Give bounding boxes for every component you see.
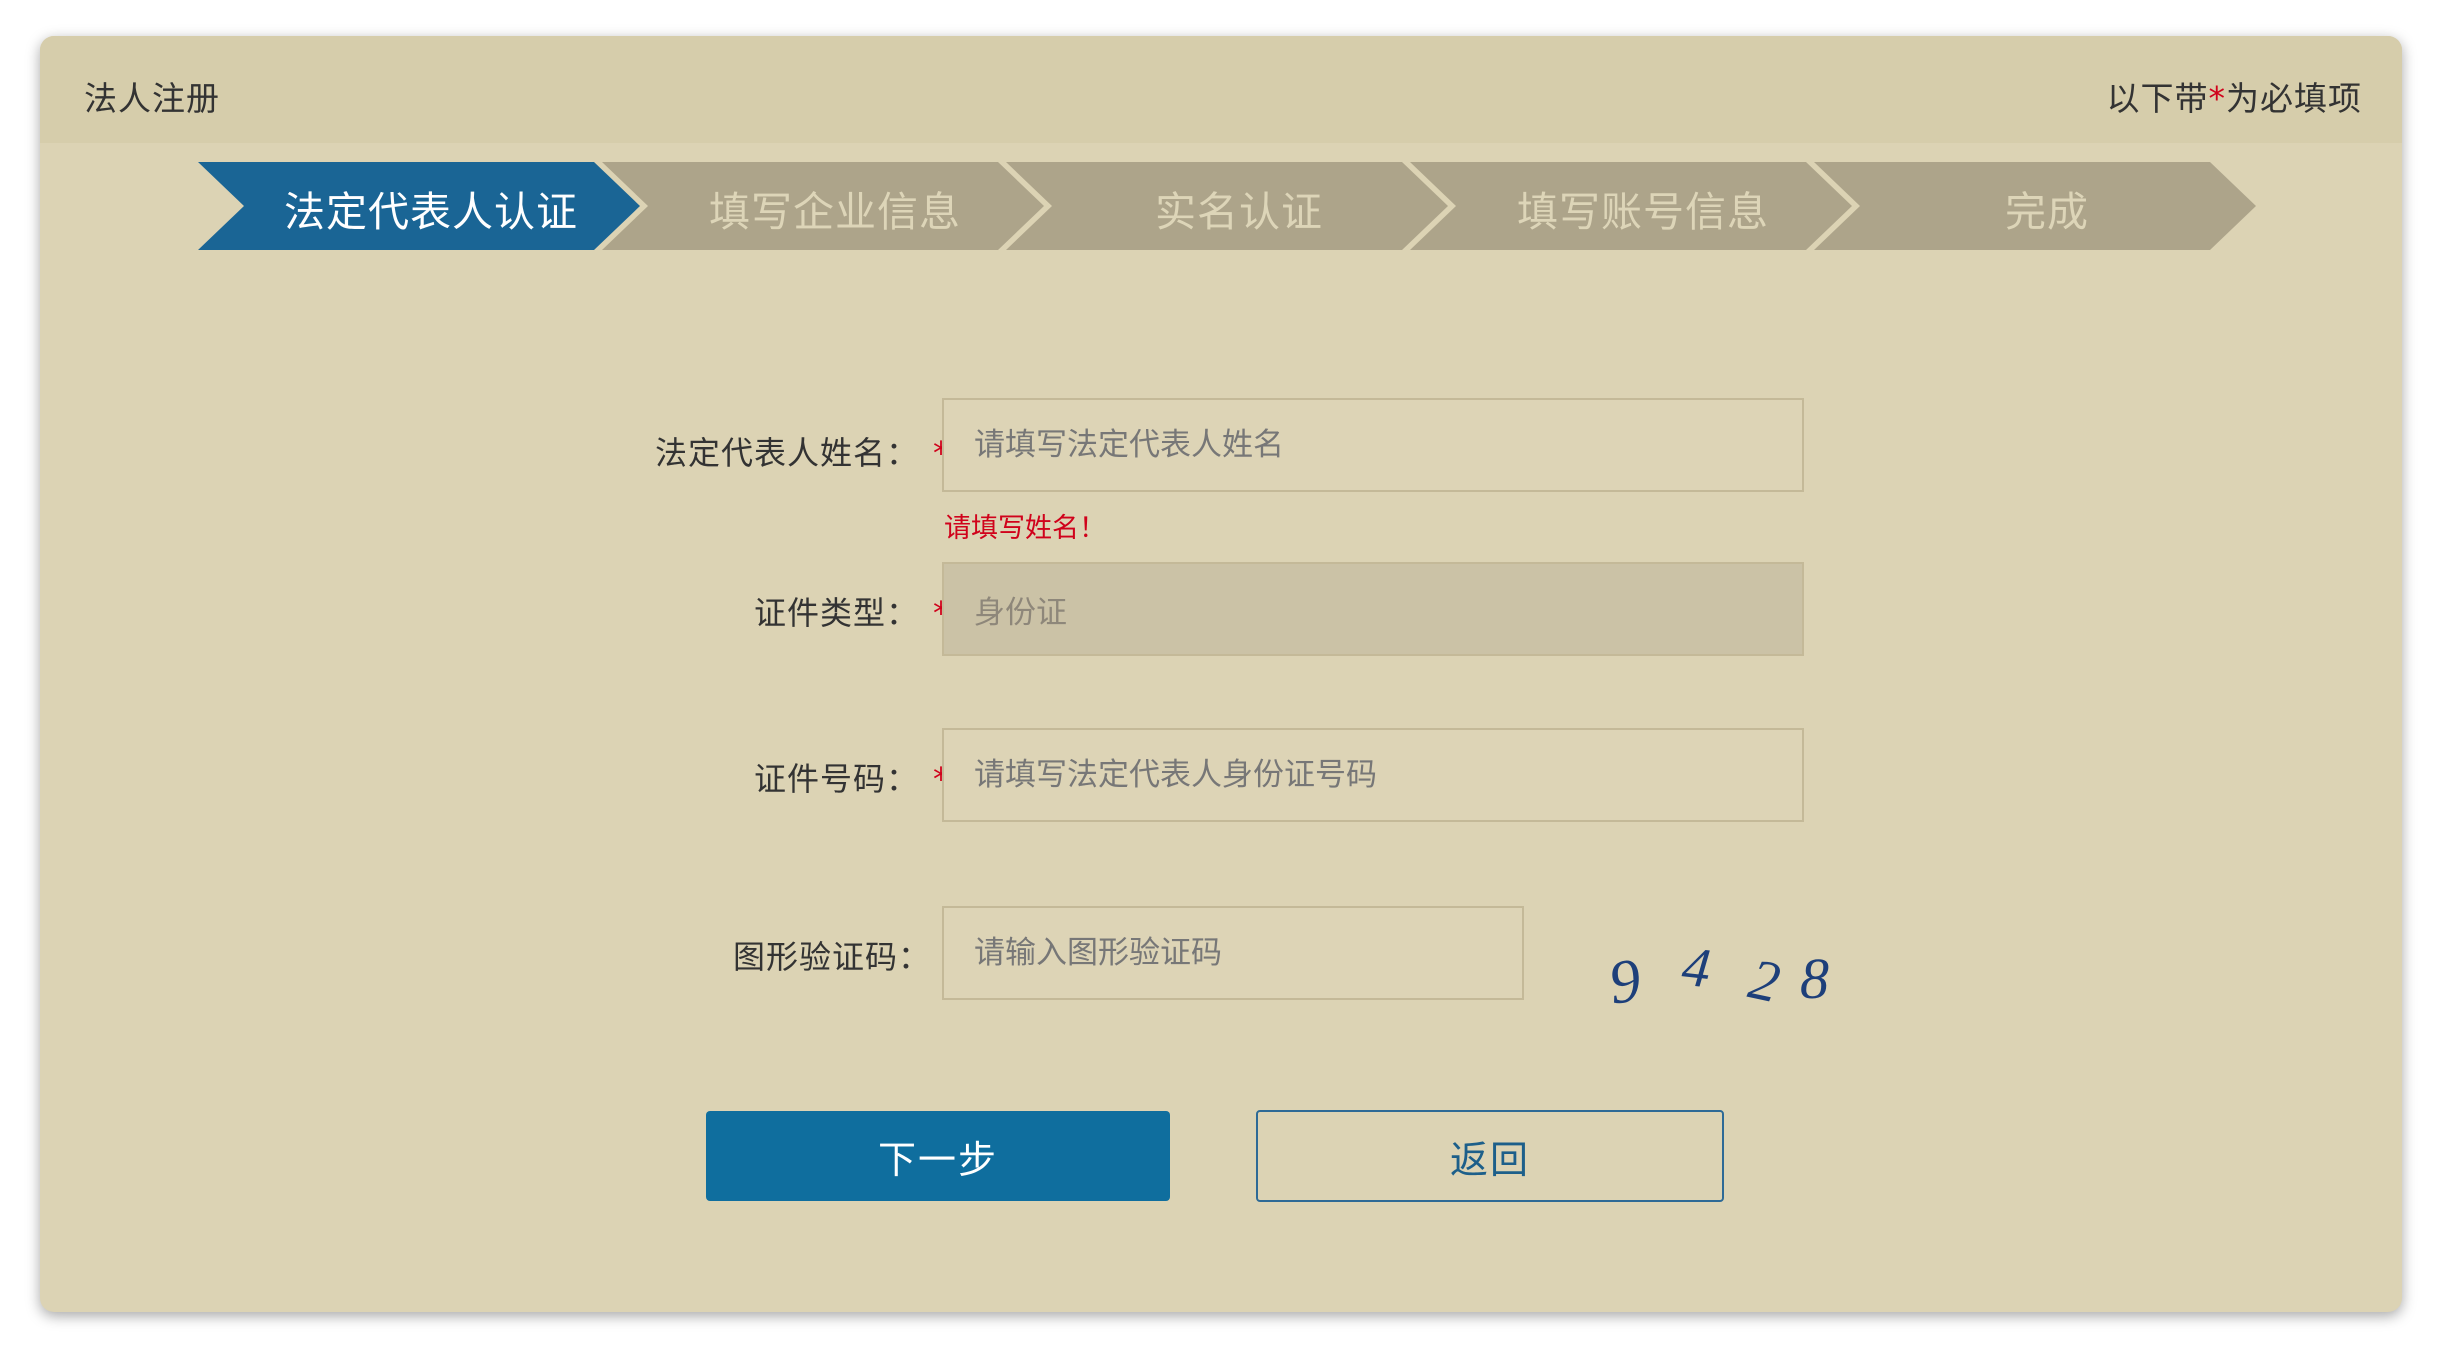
captcha-image[interactable]: 9 4 2 8 [1580, 916, 1840, 1026]
step-legal-rep-auth: 法定代表人认证 [284, 188, 578, 236]
step-real-name-auth: 实名认证 [1155, 188, 1323, 236]
step-progress: 法定代表人认证 填写企业信息 实名认证 填写账号信息 完成 [40, 36, 2402, 296]
next-step-button[interactable]: 下一步 [706, 1111, 1170, 1201]
id-number-label-text: 证件号码： [753, 760, 919, 798]
captcha-label: 图形验证码：* [733, 932, 962, 978]
id-type-field [942, 562, 1804, 656]
registration-card: 法人注册 以下带*为必填项 法定代表人认证 填写企业信息 实名认证 填写账号信息… [40, 36, 2402, 1312]
captcha-label-text: 图形验证码： [732, 938, 931, 976]
name-label-text: 法定代表人姓名： [654, 434, 919, 472]
step-complete: 完成 [2005, 188, 2089, 236]
id-type-label-text: 证件类型： [753, 594, 919, 632]
step-company-info: 填写企业信息 [709, 188, 961, 236]
captcha-char-2: 4 [1679, 936, 1713, 1001]
back-button[interactable]: 返回 [1256, 1110, 1724, 1202]
id-type-label: 证件类型：* [754, 588, 950, 634]
id-number-input[interactable] [942, 728, 1804, 822]
name-error-message: 请填写姓名！ [944, 513, 1106, 544]
captcha-char-1: 9 [1605, 946, 1645, 1018]
step-arrows [198, 162, 2256, 250]
legal-rep-name-input[interactable] [942, 398, 1804, 492]
id-number-label: 证件号码：* [754, 754, 950, 800]
captcha-input[interactable] [942, 906, 1524, 1000]
captcha-char-4: 8 [1800, 946, 1829, 1011]
captcha-char-3: 2 [1744, 946, 1786, 1016]
name-label: 法定代表人姓名：* [655, 428, 950, 474]
step-account-info: 填写账号信息 [1517, 188, 1769, 236]
